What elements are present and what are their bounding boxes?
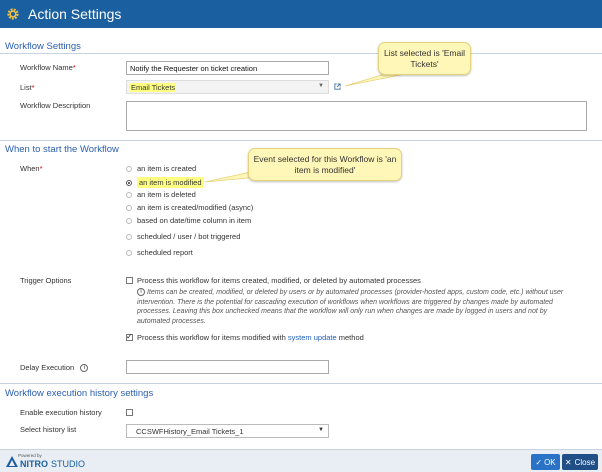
list-label: List* (20, 83, 35, 92)
check-icon: ✓ (535, 457, 543, 467)
section-history: Workflow execution history settings (5, 388, 154, 399)
info-icon: i (137, 288, 145, 297)
list-select-value: Email Tickets (130, 83, 177, 92)
workflow-description-input[interactable] (126, 101, 587, 131)
radio-scheduled-user-bot[interactable]: scheduled / user / bot triggered (126, 232, 240, 241)
enable-history-label: Enable execution history (20, 408, 102, 417)
brand-suffix: STUDIO (51, 459, 86, 469)
radio-item-deleted[interactable]: an item is deleted (126, 190, 196, 199)
divider (0, 140, 602, 141)
radio-button[interactable] (126, 217, 132, 224)
radio-item-modified[interactable]: an item is modified (126, 177, 204, 188)
section-workflow-settings: Workflow Settings (5, 41, 81, 52)
radio-label: an item is deleted (137, 190, 196, 199)
workflow-name-input[interactable]: Notify the Requester on ticket creation (126, 61, 329, 75)
enable-history-checkbox[interactable] (126, 409, 133, 416)
close-icon: ✕ (564, 457, 572, 467)
history-list-select[interactable]: CCSWFHistory_Email Tickets_1 ▼ (126, 424, 329, 438)
radio-label: an item is created/modified (async) (137, 203, 254, 212)
gear-icon (7, 8, 19, 20)
radio-button[interactable] (126, 179, 132, 186)
radio-label: based on date/time column in item (137, 216, 252, 225)
powered-by-label: Powered by (18, 453, 42, 458)
workflow-name-label: Workflow Name* (20, 63, 76, 72)
chevron-down-icon: ▼ (318, 427, 324, 433)
radio-item-created-modified-async[interactable]: an item is created/modified (async) (126, 203, 253, 212)
radio-button[interactable] (126, 233, 132, 240)
radio-label: scheduled / user / bot triggered (137, 232, 241, 241)
radio-button[interactable] (126, 249, 132, 256)
trigger-options-label: Trigger Options (20, 276, 72, 285)
system-update-link[interactable]: system update (288, 333, 337, 342)
nitro-logo-icon (6, 456, 18, 467)
system-update-checkbox[interactable] (126, 332, 133, 341)
history-list-label: Select history list (20, 425, 77, 434)
callout-event: Event selected for this Workflow is 'an … (248, 148, 402, 181)
when-label: When* (20, 164, 43, 173)
close-button[interactable]: ✕ Close (562, 454, 598, 470)
workflow-description-label: Workflow Description (20, 101, 91, 110)
radio-label: scheduled report (137, 248, 193, 257)
radio-label: an item is modified (137, 177, 204, 188)
brand-name: NITRO (20, 459, 48, 469)
radio-item-created[interactable]: an item is created (126, 164, 196, 173)
delay-execution-input[interactable] (126, 360, 329, 374)
automated-processes-checkbox[interactable] (126, 277, 133, 284)
section-when-to-start: When to start the Workflow (5, 144, 119, 155)
radio-date-time-column[interactable]: based on date/time column in item (126, 216, 251, 225)
delay-execution-label: Delay Execution i (20, 363, 90, 373)
trigger-info: i Items can be created, modified, or dele… (137, 288, 564, 325)
external-link-icon[interactable] (334, 83, 341, 90)
radio-label: an item is created (137, 164, 197, 173)
divider (0, 53, 602, 54)
ok-button-label: OK (544, 457, 556, 467)
radio-scheduled-report[interactable]: scheduled report (126, 248, 193, 257)
history-list-value: CCSWFHistory_Email Tickets_1 (136, 427, 244, 436)
divider (0, 383, 602, 384)
callout-list: List selected is 'Email Tickets' (378, 42, 471, 75)
automated-processes-label: Process this workflow for items created,… (137, 276, 421, 285)
chevron-down-icon: ▼ (318, 83, 324, 89)
close-button-label: Close (574, 457, 596, 467)
title-bar: Action Settings (0, 0, 602, 28)
info-icon[interactable]: i (80, 364, 89, 373)
list-select[interactable]: Email Tickets ▼ (126, 80, 329, 94)
system-update-label: Process this workflow for items modified… (137, 333, 364, 342)
nitro-studio-logo: Powered by NITRO STUDIO (6, 453, 86, 469)
window-title: Action Settings (28, 6, 122, 22)
footer: Powered by NITRO STUDIO ✓ OK ✕ Close (0, 449, 602, 472)
radio-button[interactable] (126, 165, 132, 172)
ok-button[interactable]: ✓ OK (531, 454, 560, 470)
radio-button[interactable] (126, 191, 132, 198)
radio-button[interactable] (126, 204, 132, 211)
